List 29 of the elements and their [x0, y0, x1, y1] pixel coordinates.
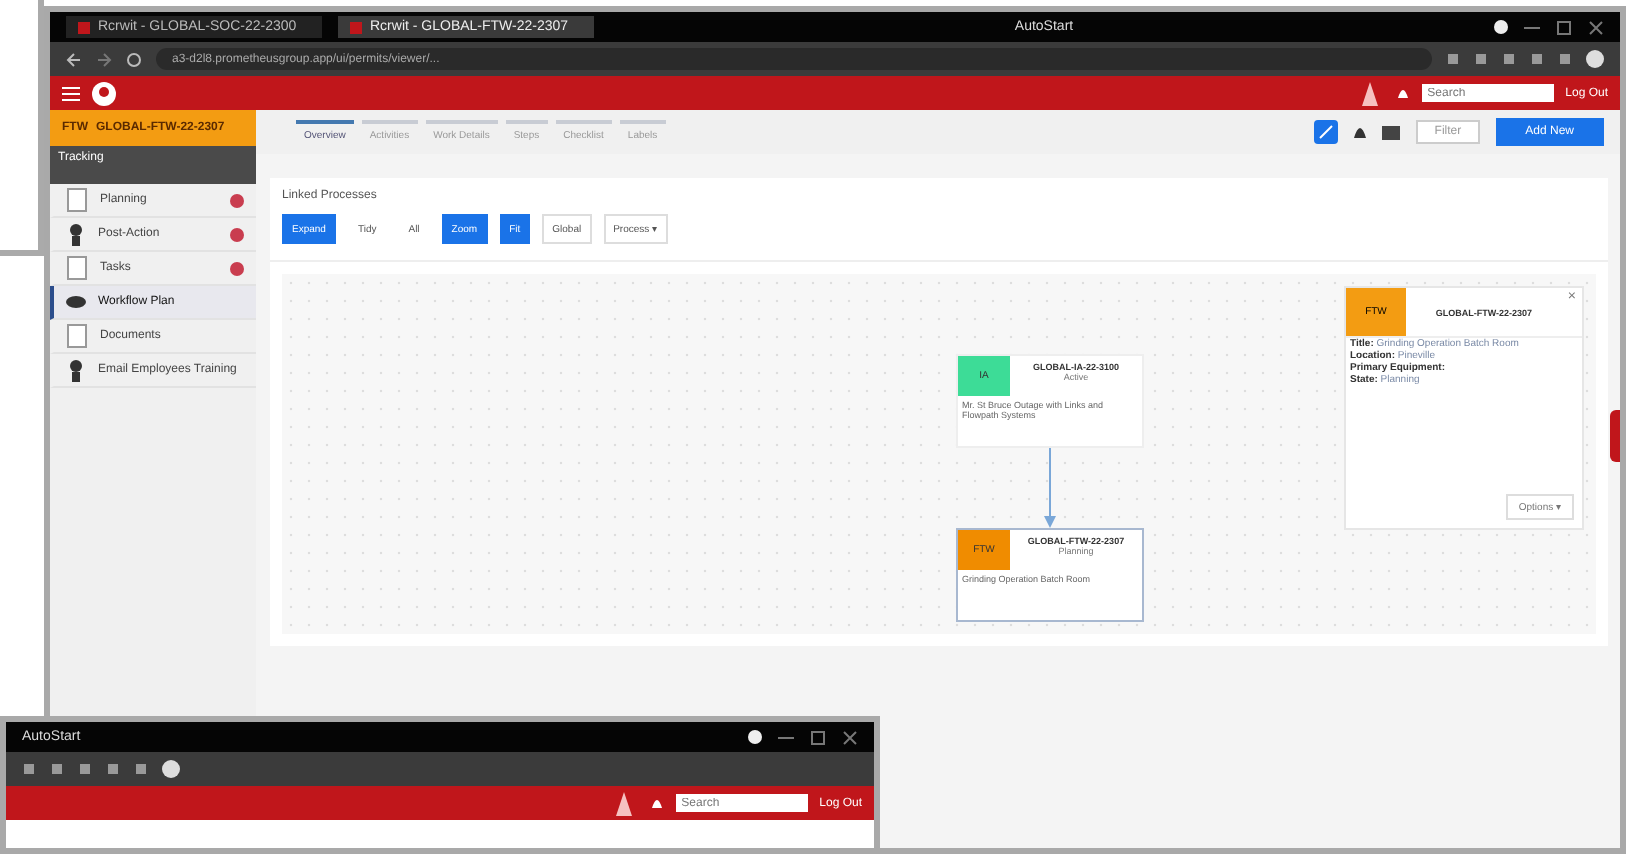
bell-icon[interactable]: [1395, 85, 1410, 101]
document-icon[interactable]: [66, 324, 88, 348]
person-icon[interactable]: [66, 359, 86, 381]
avatar-icon[interactable]: [92, 81, 116, 105]
bell-icon[interactable]: [649, 795, 664, 811]
avatar-icon[interactable]: [1586, 50, 1604, 68]
eye-icon[interactable]: [66, 294, 86, 310]
pencil-icon[interactable]: [1314, 120, 1339, 144]
bell-icon[interactable]: [1354, 124, 1367, 140]
alert-dot-icon[interactable]: [230, 193, 244, 207]
alert-dot-icon[interactable]: [230, 227, 244, 241]
maximize-icon[interactable]: [1556, 19, 1572, 35]
close-icon[interactable]: [842, 729, 858, 745]
avatar-icon[interactable]: [162, 760, 180, 778]
close-icon[interactable]: [1588, 19, 1604, 35]
circle-icon[interactable]: [748, 730, 762, 744]
page-icon[interactable]: [78, 21, 90, 33]
reload-icon[interactable]: [126, 51, 142, 67]
circle-icon[interactable]: [1494, 20, 1508, 34]
menu-icon[interactable]: [62, 85, 80, 101]
document-icon[interactable]: [66, 256, 88, 280]
alert-dot-icon[interactable]: [230, 261, 244, 275]
printer-icon[interactable]: [1382, 125, 1401, 139]
person-icon[interactable]: [66, 223, 86, 245]
connector-arrow: [1044, 448, 1056, 528]
maximize-icon[interactable]: [810, 729, 826, 745]
back-arrow-icon[interactable]: [66, 51, 82, 67]
document-icon[interactable]: [66, 188, 88, 212]
forward-arrow-icon[interactable]: [96, 51, 112, 67]
